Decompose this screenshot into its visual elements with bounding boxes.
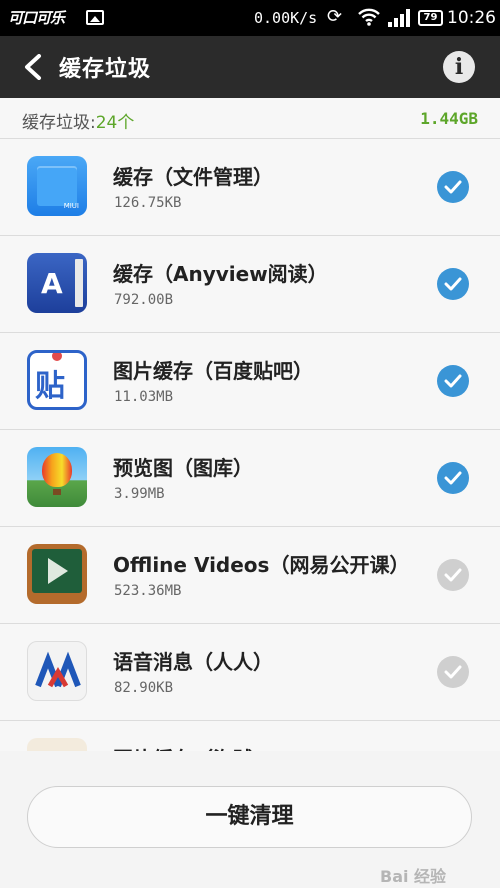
sync-icon: ⟳ [327, 6, 343, 27]
item-size: 11.03MB [114, 389, 174, 405]
list-item[interactable]: A 缓存（Anyview阅读） 792.00B [0, 236, 500, 333]
list-item[interactable]: 贴 图片缓存（百度贴吧） 11.03MB [0, 333, 500, 430]
item-name: 图片缓存（百度贴吧） [113, 359, 313, 383]
checkbox-checked[interactable] [437, 462, 469, 494]
battery-icon: 79 [418, 10, 443, 26]
summary-count: 24个 [95, 113, 135, 133]
item-size: 126.75KB [114, 195, 182, 211]
status-bar: 可口可乐 0.00K/s ⟳ 79 10:26 [0, 0, 500, 36]
checkbox-checked[interactable] [437, 171, 469, 203]
partial-app-icon [27, 738, 87, 751]
wifi-icon [357, 7, 381, 31]
tieba-glyph: 贴 [35, 369, 65, 404]
file-manager-icon: MIUI [27, 156, 87, 216]
summary-label-text: 缓存垃圾: [22, 113, 96, 133]
miui-badge: MIUI [63, 202, 79, 210]
item-size: 82.90KB [114, 680, 174, 696]
watermark: Bai 经验 [380, 867, 447, 886]
item-name: 预览图（图库） [113, 456, 253, 480]
one-click-clean-button[interactable]: 一键清理 [27, 786, 472, 848]
item-size: 523.36MB [114, 583, 182, 599]
folder-shape [37, 166, 77, 206]
title-bar: 缓存垃圾 i [0, 36, 500, 98]
item-name: 缓存（Anyview阅读） [113, 262, 328, 286]
item-size: 792.00B [114, 292, 174, 308]
book-pages [75, 259, 83, 307]
list-item[interactable]: 图片缓存（海贼 [0, 721, 500, 751]
checkbox-checked[interactable] [437, 365, 469, 397]
netease-open-course-icon [27, 544, 87, 604]
summary-total-size: 1.44GB [420, 109, 478, 128]
image-notification-icon [86, 10, 104, 25]
network-speed: 0.00K/s [254, 9, 318, 27]
anyview-reader-icon: A [27, 253, 87, 313]
info-icon[interactable]: i [443, 51, 475, 83]
item-size: 3.99MB [114, 486, 165, 502]
baidu-tieba-icon: 贴 [27, 350, 87, 410]
checkbox-unchecked[interactable] [437, 656, 469, 688]
list-item[interactable]: Offline Videos（网易公开课） 523.36MB [0, 527, 500, 624]
renren-logo [35, 651, 81, 688]
pin-shape [52, 353, 62, 361]
item-name: 图片缓存（海贼 [113, 743, 253, 751]
checkbox-unchecked[interactable] [437, 559, 469, 591]
list-item[interactable]: MIUI 缓存（文件管理） 126.75KB [0, 139, 500, 236]
gallery-icon [27, 447, 87, 507]
renren-icon [27, 641, 87, 701]
book-letter: A [41, 267, 63, 300]
balloon-shape [42, 453, 72, 487]
play-icon [48, 558, 68, 584]
bottom-bar: 一键清理 Bai 经验 [0, 751, 500, 888]
carrier-logo: 可口可乐 [8, 9, 65, 27]
basket-shape [53, 489, 61, 495]
back-arrow-icon[interactable] [22, 54, 46, 80]
list-item[interactable]: 语音消息（人人） 82.90KB [0, 624, 500, 721]
signal-icon [388, 9, 410, 31]
page-title: 缓存垃圾 [59, 57, 152, 82]
item-name: Offline Videos（网易公开课） [113, 553, 410, 577]
summary-bar: 缓存垃圾:24个 1.44GB [0, 98, 500, 139]
item-name: 缓存（文件管理） [113, 165, 273, 189]
list-item[interactable]: 预览图（图库） 3.99MB [0, 430, 500, 527]
clock: 10:26 [447, 8, 496, 28]
checkbox-checked[interactable] [437, 268, 469, 300]
summary-label: 缓存垃圾:24个 [22, 108, 134, 133]
cache-list[interactable]: MIUI 缓存（文件管理） 126.75KB A 缓存（Anyview阅读） 7… [0, 139, 500, 751]
item-name: 语音消息（人人） [113, 650, 273, 674]
